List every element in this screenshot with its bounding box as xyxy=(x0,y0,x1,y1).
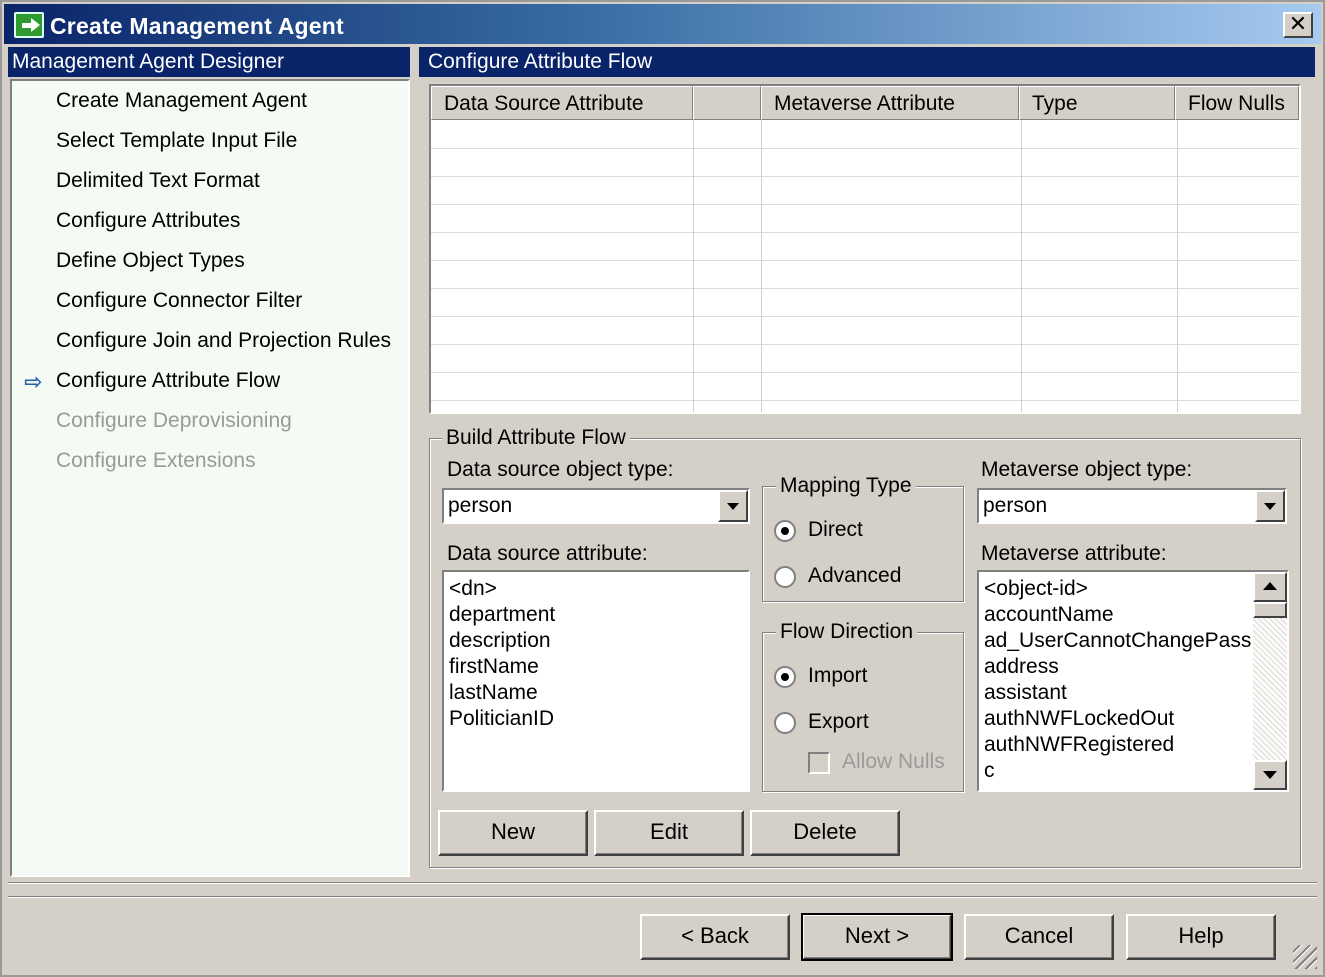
grid-row-line xyxy=(431,344,1299,345)
attribute-flow-grid[interactable]: Data Source Attribute Metaverse Attribut… xyxy=(429,84,1301,414)
radio-checked-icon[interactable] xyxy=(774,520,796,542)
chevron-down-icon[interactable] xyxy=(718,490,748,522)
list-item[interactable]: description xyxy=(444,628,748,654)
new-button[interactable]: New xyxy=(438,810,588,856)
ds-attribute-list[interactable]: <dn> department description firstName la… xyxy=(442,570,750,792)
designer-header: Management Agent Designer xyxy=(8,47,410,77)
checkbox-icon xyxy=(808,752,830,774)
grid-col-line xyxy=(761,120,762,412)
window-title: Create Management Agent xyxy=(50,13,344,39)
step-create-management-agent[interactable]: Create Management Agent xyxy=(56,89,307,113)
list-item[interactable]: assistant xyxy=(979,680,1251,706)
step-define-object-types[interactable]: Define Object Types xyxy=(56,249,245,273)
mv-object-type-select[interactable]: person xyxy=(977,488,1287,524)
app-icon xyxy=(14,12,44,38)
build-attribute-flow-title: Build Attribute Flow xyxy=(442,426,630,450)
allow-nulls-label: Allow Nulls xyxy=(842,750,945,773)
help-button[interactable]: Help xyxy=(1126,914,1276,960)
designer-steps-panel: ⇨ Create Management Agent Select Templat… xyxy=(10,79,410,877)
footer-separator xyxy=(8,882,1317,884)
chevron-down-icon[interactable] xyxy=(1255,490,1285,522)
column-header-data-source-attribute[interactable]: Data Source Attribute xyxy=(431,86,693,120)
current-step-arrow-icon: ⇨ xyxy=(24,369,43,394)
step-select-template-input-file[interactable]: Select Template Input File xyxy=(56,129,297,153)
radio-unchecked-icon[interactable] xyxy=(774,712,796,734)
create-management-agent-window: Create Management Agent ✕ Management Age… xyxy=(0,0,1325,977)
list-item[interactable]: PoliticianID xyxy=(444,706,748,732)
grid-col-line xyxy=(1021,120,1022,412)
title-bar[interactable]: Create Management Agent ✕ xyxy=(4,4,1321,44)
ds-object-type-label: Data source object type: xyxy=(447,458,674,481)
grid-row-line xyxy=(431,400,1299,401)
list-item[interactable]: ad_UserCannotChangePass xyxy=(979,628,1251,654)
list-item[interactable]: accountName xyxy=(979,602,1251,628)
delete-button[interactable]: Delete xyxy=(750,810,900,856)
ds-object-type-select[interactable]: person xyxy=(442,488,750,524)
close-button[interactable]: ✕ xyxy=(1283,12,1313,38)
grid-body xyxy=(431,120,1299,412)
next-button[interactable]: Next > xyxy=(801,913,953,961)
list-item[interactable]: <dn> xyxy=(444,576,748,602)
mv-attribute-label: Metaverse attribute: xyxy=(981,542,1167,565)
grid-col-line xyxy=(1177,120,1178,412)
cancel-button[interactable]: Cancel xyxy=(964,914,1114,960)
step-configure-join-projection-rules[interactable]: Configure Join and Projection Rules xyxy=(56,329,391,353)
grid-row-line xyxy=(431,260,1299,261)
grid-row-line xyxy=(431,232,1299,233)
step-configure-attribute-flow[interactable]: Configure Attribute Flow xyxy=(56,369,280,393)
mapping-direct-label: Direct xyxy=(808,518,863,541)
list-item[interactable]: lastName xyxy=(444,680,748,706)
column-header-type[interactable]: Type xyxy=(1019,86,1175,120)
mv-attribute-list[interactable]: <object-id> accountName ad_UserCannotCha… xyxy=(977,570,1289,792)
column-header-metaverse-attribute[interactable]: Metaverse Attribute xyxy=(761,86,1019,120)
column-header-direction[interactable] xyxy=(693,86,761,120)
ds-object-type-value: person xyxy=(448,494,513,517)
step-configure-connector-filter[interactable]: Configure Connector Filter xyxy=(56,289,302,313)
flow-import-label: Import xyxy=(808,664,868,687)
list-item[interactable]: firstName xyxy=(444,654,748,680)
scroll-down-arrow-icon[interactable] xyxy=(1253,760,1287,790)
step-configure-attributes[interactable]: Configure Attributes xyxy=(56,209,240,233)
list-item[interactable]: authNWFLockedOut xyxy=(979,706,1251,732)
grid-row-line xyxy=(431,288,1299,289)
ds-attribute-label: Data source attribute: xyxy=(447,542,648,565)
step-configure-extensions: Configure Extensions xyxy=(56,449,256,472)
grid-row-line xyxy=(431,372,1299,373)
mapping-type-title: Mapping Type xyxy=(776,474,916,498)
flow-direction-title: Flow Direction xyxy=(776,620,918,644)
grid-row-line xyxy=(431,176,1299,177)
list-item[interactable]: authNWFRegistered xyxy=(979,732,1251,758)
flow-export-label: Export xyxy=(808,710,869,733)
grid-row-line xyxy=(431,204,1299,205)
list-item[interactable]: cn xyxy=(979,784,1251,786)
step-configure-deprovisioning: Configure Deprovisioning xyxy=(56,409,292,432)
scroll-up-arrow-icon[interactable] xyxy=(1253,572,1287,602)
mv-attribute-items: <object-id> accountName ad_UserCannotCha… xyxy=(979,576,1251,786)
radio-unchecked-icon[interactable] xyxy=(774,566,796,588)
page-title: Configure Attribute Flow xyxy=(419,47,1315,77)
list-item[interactable]: address xyxy=(979,654,1251,680)
list-item[interactable]: c xyxy=(979,758,1251,784)
grid-header: Data Source Attribute Metaverse Attribut… xyxy=(431,86,1299,120)
mv-attribute-scrollbar[interactable] xyxy=(1253,572,1287,790)
mv-object-type-value: person xyxy=(983,494,1048,517)
column-header-flow-nulls[interactable]: Flow Nulls xyxy=(1175,86,1299,120)
list-item[interactable]: department xyxy=(444,602,748,628)
mapping-advanced-label: Advanced xyxy=(808,564,902,587)
step-delimited-text-format[interactable]: Delimited Text Format xyxy=(56,169,260,193)
back-button[interactable]: < Back xyxy=(640,914,790,960)
footer-separator xyxy=(8,896,1317,898)
scroll-thumb[interactable] xyxy=(1253,602,1287,618)
grid-col-line xyxy=(693,120,694,412)
grid-row-line xyxy=(431,148,1299,149)
radio-checked-icon[interactable] xyxy=(774,666,796,688)
grid-row-line xyxy=(431,316,1299,317)
list-item[interactable]: <object-id> xyxy=(979,576,1251,602)
mv-object-type-label: Metaverse object type: xyxy=(981,458,1193,481)
edit-button[interactable]: Edit xyxy=(594,810,744,856)
resize-grip-icon[interactable] xyxy=(1293,945,1317,969)
